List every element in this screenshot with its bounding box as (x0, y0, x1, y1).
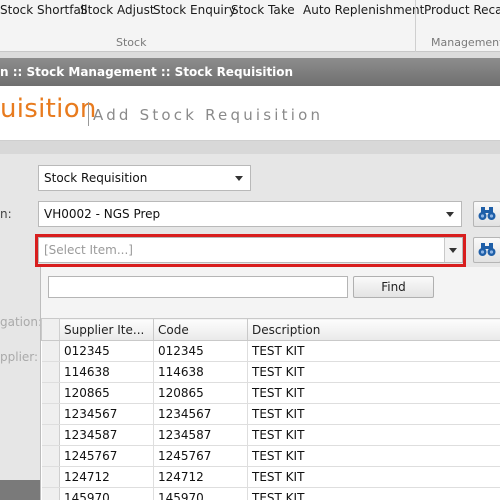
code-cell: 145970 (153, 487, 248, 500)
table-row[interactable]: 120865 120865 TEST KIT (41, 382, 500, 404)
grid-header-row: Supplier Ite... Code Description (41, 318, 500, 341)
location-value: VH0002 - NGS Prep (44, 207, 161, 221)
title-divider (88, 102, 89, 126)
location-select[interactable]: VH0002 - NGS Prep (38, 201, 462, 227)
supplier-item-cell: 012345 (59, 340, 154, 362)
location-search-button[interactable] (473, 201, 500, 227)
supplier-item-cell: 1234587 (59, 424, 154, 446)
code-cell: 012345 (153, 340, 248, 362)
table-row[interactable]: 145970 145970 TEST KIT (41, 487, 500, 500)
description-cell: TEST KIT (247, 340, 500, 362)
supplier-item-cell: 114638 (59, 361, 154, 383)
item-lookup-grid: Supplier Ite... Code Description 012345 0… (41, 318, 500, 500)
page-subtitle: Add Stock Requisition (93, 106, 324, 124)
code-cell: 124712 (153, 466, 248, 488)
supplier-item-cell: 120865 (59, 382, 154, 404)
column-header-description[interactable]: Description (247, 318, 500, 341)
table-row[interactable]: 114638 114638 TEST KIT (41, 361, 500, 383)
row-indicator-header (41, 318, 60, 341)
supplier-item-cell: 124712 (59, 466, 154, 488)
supplier-item-cell: 1234567 (59, 403, 154, 425)
stock-take-button[interactable]: Stock Take (231, 2, 295, 18)
row-indicator (41, 403, 60, 425)
from-location-label: n: (0, 207, 12, 221)
ribbon-group-management-label: Management (431, 36, 500, 49)
code-cell: 1234587 (153, 424, 248, 446)
row-indicator (41, 424, 60, 446)
description-cell: TEST KIT (247, 466, 500, 488)
ribbon: Stock Shortfall Stock Adjust Stock Enqui… (0, 0, 500, 52)
page-title: uisition (0, 94, 97, 124)
row-indicator (41, 382, 60, 404)
binoculars-icon (478, 243, 496, 256)
code-cell: 114638 (153, 361, 248, 383)
title-area: uisition Add Stock Requisition (0, 86, 500, 140)
chevron-down-icon (446, 212, 454, 217)
supplier-item-cell: 145970 (59, 487, 154, 500)
description-cell: TEST KIT (247, 424, 500, 446)
ribbon-separator (415, 0, 416, 52)
binoculars-icon (478, 207, 496, 220)
row-indicator (41, 487, 60, 500)
product-recalls-button[interactable]: Product Recalls (424, 2, 500, 18)
description-cell: TEST KIT (247, 382, 500, 404)
column-header-code[interactable]: Code (153, 318, 248, 341)
form-header-strip (0, 140, 500, 154)
code-cell: 1245767 (153, 445, 248, 467)
find-button[interactable]: Find (353, 276, 434, 298)
description-cell: TEST KIT (247, 445, 500, 467)
row-indicator (41, 445, 60, 467)
table-row[interactable]: 1234587 1234587 TEST KIT (41, 424, 500, 446)
find-input[interactable] (48, 276, 348, 298)
row-indicator (41, 361, 60, 383)
item-search-button[interactable] (473, 237, 500, 263)
table-row[interactable]: 012345 012345 TEST KIT (41, 340, 500, 362)
column-header-supplier-item[interactable]: Supplier Ite... (59, 318, 154, 341)
location-label: gation: (0, 315, 42, 329)
supplier-item-cell: 1245767 (59, 445, 154, 467)
table-row[interactable]: 124712 124712 TEST KIT (41, 466, 500, 488)
item-select-highlight (35, 234, 466, 267)
row-indicator (41, 340, 60, 362)
ribbon-group-stock-label: Stock (116, 36, 147, 49)
row-indicator (41, 466, 60, 488)
requisition-type-value: Stock Requisition (44, 171, 148, 185)
table-row[interactable]: 1245767 1245767 TEST KIT (41, 445, 500, 467)
auto-replenishment-button[interactable]: Auto Replenishment (303, 2, 424, 18)
stock-shortfall-button[interactable]: Stock Shortfall (0, 2, 87, 18)
table-row[interactable]: 1234567 1234567 TEST KIT (41, 403, 500, 425)
stock-adjust-button[interactable]: Stock Adjust (80, 2, 155, 18)
code-cell: 120865 (153, 382, 248, 404)
description-cell: TEST KIT (247, 403, 500, 425)
breadcrumb: n :: Stock Management :: Stock Requisiti… (0, 58, 500, 86)
supplier-label: pplier: (0, 350, 39, 364)
bottom-panel-tab (0, 480, 40, 500)
chevron-down-icon (235, 176, 243, 181)
requisition-type-select[interactable]: Stock Requisition (38, 165, 251, 191)
stock-enquiry-button[interactable]: Stock Enquiry (153, 2, 236, 18)
description-cell: TEST KIT (247, 487, 500, 500)
code-cell: 1234567 (153, 403, 248, 425)
description-cell: TEST KIT (247, 361, 500, 383)
